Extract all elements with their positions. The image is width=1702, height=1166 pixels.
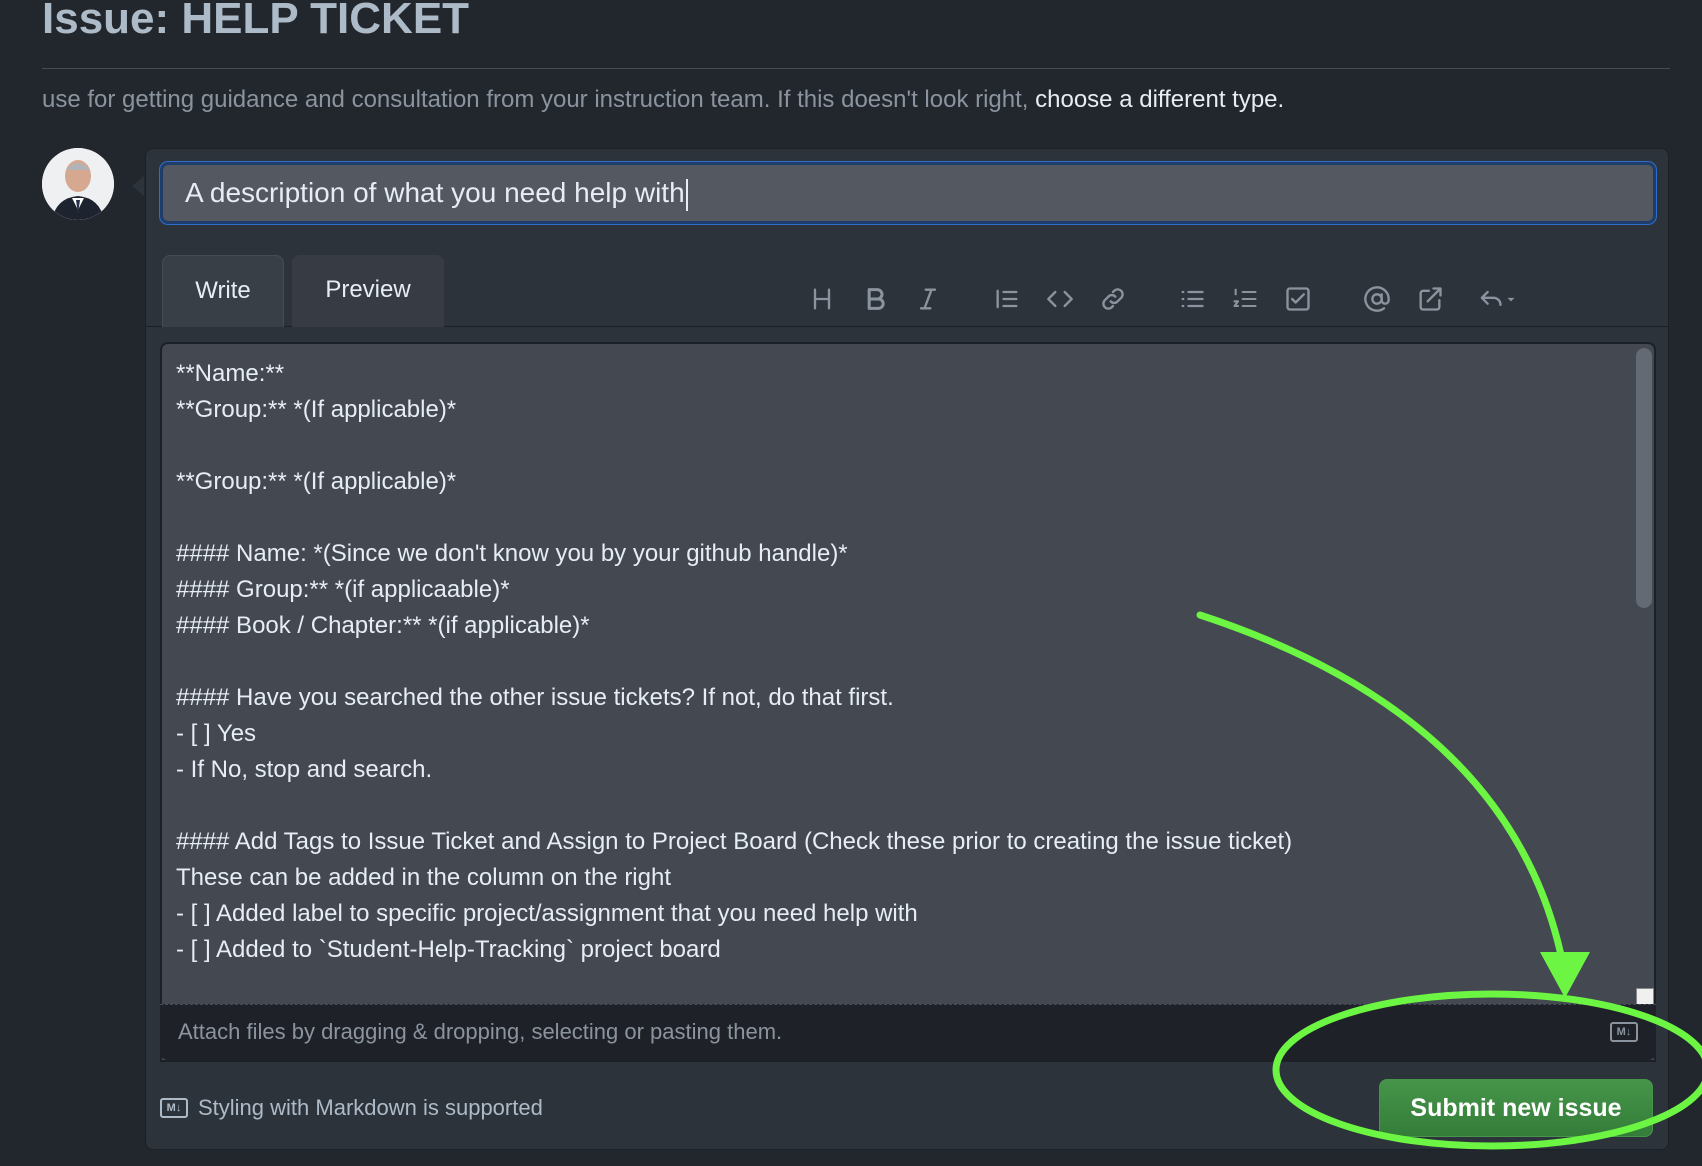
issue-title-value: A description of what you need help with [185, 177, 685, 208]
issue-body-line [176, 644, 1626, 680]
unordered-list-icon[interactable] [1174, 281, 1210, 317]
markdown-icon: M↓ [1610, 1022, 1638, 1042]
page-title: Issue: HELP TICKET [42, 0, 470, 43]
issue-body-line [176, 428, 1626, 464]
italic-icon[interactable] [910, 281, 946, 317]
mention-icon[interactable] [1359, 281, 1395, 317]
issue-body-line: - [ ] Added label to specific project/as… [176, 900, 918, 927]
bold-icon[interactable] [857, 281, 893, 317]
link-icon[interactable] [1095, 281, 1131, 317]
issue-body-line: #### Group:** *(if applicaable)* [176, 576, 510, 603]
issue-body-line: **Group:** *(If applicable)* [176, 468, 457, 495]
issue-body-line: #### Name: *(Since we don't know you by … [176, 540, 848, 567]
issue-title-input[interactable]: A description of what you need help with [160, 162, 1656, 224]
avatar[interactable] [42, 148, 114, 220]
tab-write[interactable]: Write [162, 255, 284, 327]
template-description: use for getting guidance and consultatio… [42, 86, 1284, 114]
issue-form-page: Issue: HELP TICKET use for getting guida… [0, 0, 1702, 1166]
tab-preview[interactable]: Preview [292, 255, 444, 327]
markdown-logo-icon: M↓ [160, 1098, 188, 1118]
issue-body-line [176, 788, 1626, 824]
editor-tab-bar: Write Preview [146, 241, 1668, 327]
issue-body-line: #### Add Tags to Issue Ticket and Assign… [176, 828, 1293, 855]
ordered-list-icon[interactable] [1227, 281, 1263, 317]
issue-body-line: **Group:** *(If applicable)* [176, 396, 457, 423]
undo-icon[interactable] [1472, 281, 1522, 317]
template-description-text: use for getting guidance and consultatio… [42, 86, 1036, 113]
markdown-support-text: Styling with Markdown is supported [198, 1095, 543, 1120]
code-icon[interactable] [1042, 281, 1078, 317]
avatar-image [42, 148, 114, 220]
markdown-support-note[interactable]: M↓ Styling with Markdown is supported [160, 1095, 543, 1121]
issue-body-text: **Name:** **Group:** *(If applicable)* **… [176, 356, 1626, 968]
issue-body-line: - If No, stop and search. [176, 756, 433, 783]
heading-icon[interactable] [804, 281, 840, 317]
cross-reference-icon[interactable] [1412, 281, 1448, 317]
issue-body-line: - [ ] Yes [176, 720, 257, 747]
issue-body-line: - [ ] Added to `Student-Help-Tracking` p… [176, 936, 721, 963]
title-divider [42, 68, 1670, 69]
issue-body-textarea[interactable]: **Name:** **Group:** *(If applicable)* **… [160, 342, 1656, 1062]
choose-different-type-link[interactable]: choose a different type. [1035, 86, 1284, 113]
issue-body-line: #### Have you searched the other issue t… [176, 684, 894, 711]
issue-body-line: #### Book / Chapter:** *(if applicable)* [176, 612, 590, 639]
new-issue-form: A description of what you need help with… [145, 148, 1669, 1150]
quote-icon[interactable] [989, 281, 1025, 317]
text-cursor [685, 178, 688, 211]
issue-body-line [176, 500, 1626, 536]
attach-files-bar[interactable]: Attach files by dragging & dropping, sel… [160, 1004, 1656, 1060]
issue-body-line: **Name:** [176, 360, 285, 387]
task-list-icon[interactable] [1280, 281, 1316, 317]
editor-scrollbar[interactable] [1636, 348, 1652, 608]
issue-body-line: These can be added in the column on the … [176, 864, 671, 891]
attach-files-hint: Attach files by dragging & dropping, sel… [178, 1019, 783, 1044]
comment-caret [132, 176, 144, 196]
submit-new-issue-button[interactable]: Submit new issue [1379, 1079, 1653, 1137]
